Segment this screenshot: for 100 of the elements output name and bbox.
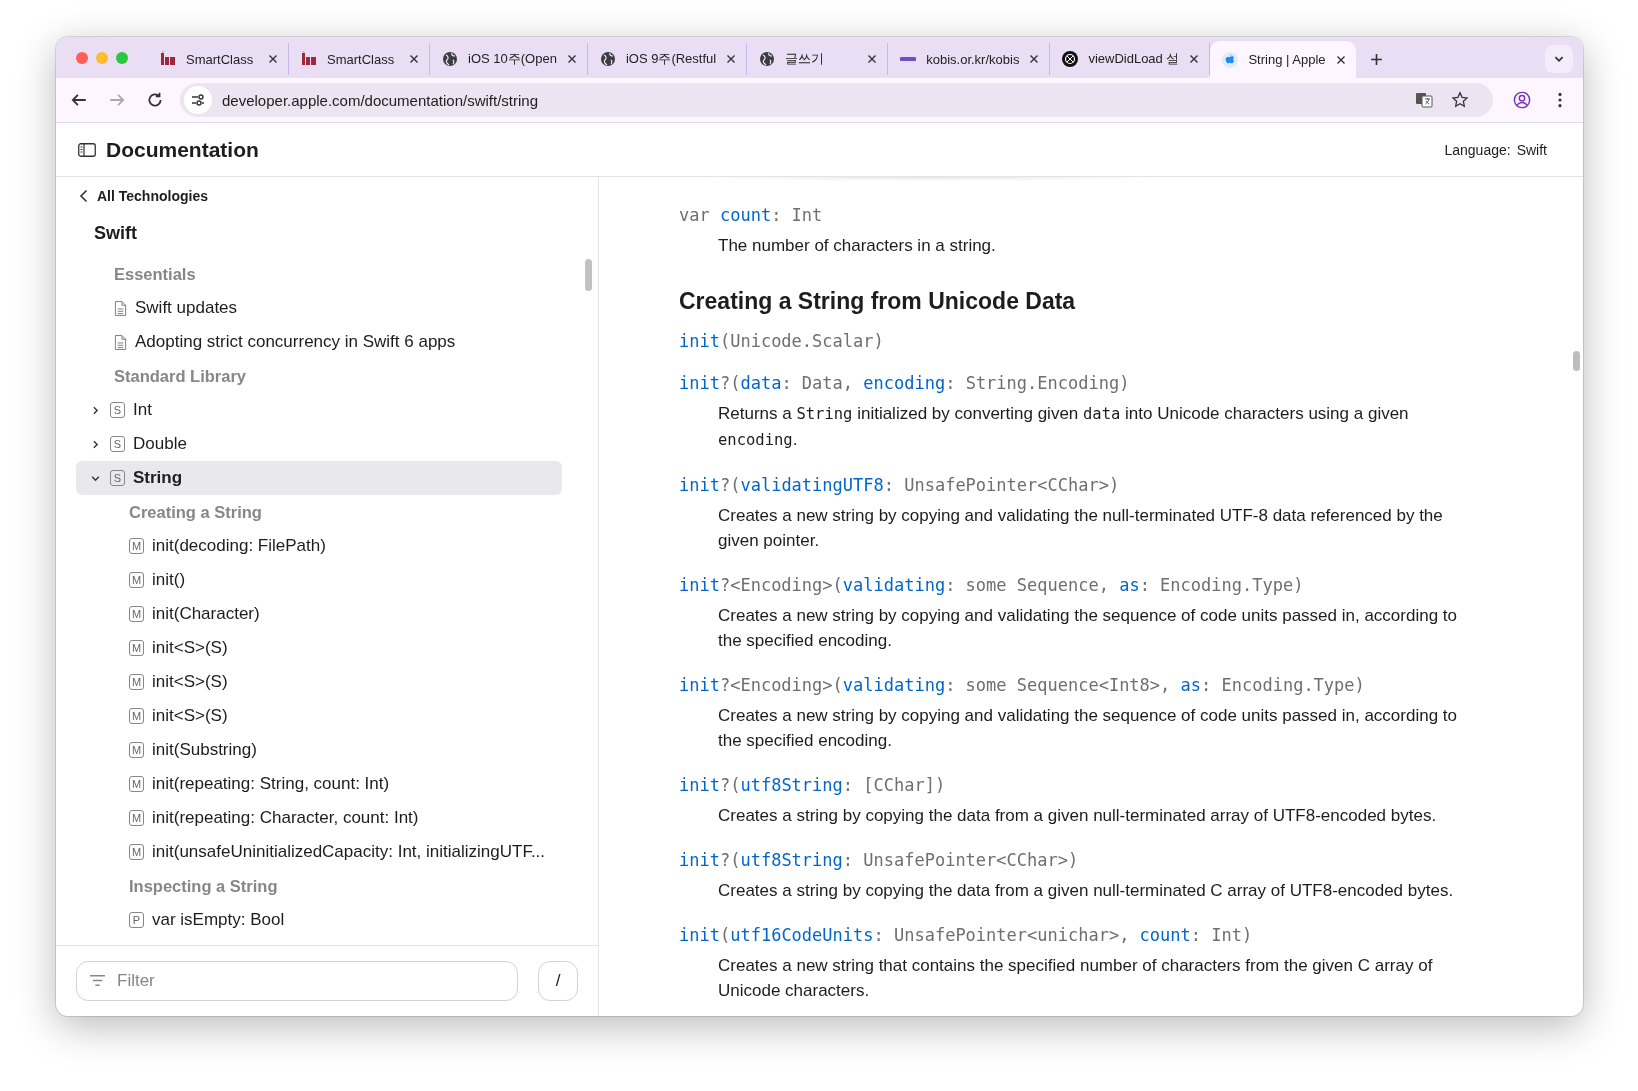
site-settings-icon[interactable] <box>184 86 212 114</box>
close-icon[interactable] <box>1335 54 1346 65</box>
sidebar-item[interactable]: Swift updates <box>135 298 238 318</box>
symbol-signature[interactable]: init?(validatingUTF8: UnsafePointer<CChar>) <box>679 475 1483 495</box>
symbol-badge-icon: M <box>129 538 144 554</box>
tab-search-button[interactable] <box>1545 45 1573 73</box>
profile-icon[interactable] <box>1513 91 1531 109</box>
symbol-badge-icon: P <box>129 912 144 928</box>
symbol-badge-icon: M <box>129 708 144 724</box>
browser-tab[interactable]: 글쓰기 <box>747 43 889 75</box>
address-bar[interactable]: developer.apple.com/documentation/swift/string <box>180 83 1493 117</box>
filter-icon <box>89 974 106 987</box>
browser-tab[interactable]: SmartClass <box>289 43 430 75</box>
sidebar-item-row[interactable]: S Double <box>76 427 562 461</box>
sidebar-item-label: Double <box>133 434 187 454</box>
sidebar-item[interactable]: init(repeating: Character, count: Int) <box>152 808 419 828</box>
sidebar-item[interactable]: init() <box>152 570 186 590</box>
browser-tab[interactable]: kobis.or.kr/kobis <box>888 43 1051 75</box>
sidebar-section-label: Essentials <box>114 264 196 284</box>
sidebar-item[interactable]: init(repeating: String, count: Int) <box>152 774 390 794</box>
globe-icon <box>759 51 776 67</box>
sidebar-section-label: Standard Library <box>114 366 247 386</box>
symbol-description: Creates a new string by copying and validating the sequence of code units passed in, according to the specified encoding. <box>718 705 1459 752</box>
knot-logo-icon <box>1062 51 1079 67</box>
sidebar-item[interactable]: init(Character) <box>152 604 260 624</box>
back-link[interactable]: All Technologies <box>97 188 208 204</box>
close-icon[interactable] <box>867 54 878 64</box>
close-icon[interactable] <box>566 54 577 64</box>
browser-tab[interactable]: String | Apple <box>1210 41 1356 78</box>
sidebar-item-label: Int <box>133 400 152 420</box>
sidebar-item[interactable]: init(decoding: FilePath) <box>152 536 326 556</box>
filter-field[interactable]: Filter <box>76 961 518 1001</box>
close-icon[interactable] <box>268 54 278 64</box>
sidebar-item[interactable]: init<S>(S) <box>152 706 228 726</box>
shortcut-key[interactable]: / <box>538 961 578 1001</box>
globe-icon <box>599 51 616 67</box>
symbol-badge-icon: S <box>110 402 125 418</box>
sidebar-title: Swift <box>93 222 138 245</box>
symbol-description: Creates a new string that contains the specified number of characters from the given C array of Unicode characters. <box>718 955 1434 1002</box>
globe-icon <box>442 51 458 67</box>
symbol-signature[interactable]: init?<Encoding>(validating: some Sequence, as: Encoding.Type) <box>679 575 1483 595</box>
scrollbar-thumb[interactable] <box>1573 351 1580 371</box>
sidebar-item[interactable]: var isEmpty: Bool <box>152 910 285 930</box>
document-icon <box>114 299 127 317</box>
symbol-signature[interactable]: init?(utf8String: UnsafePointer<CChar>) <box>679 850 1483 870</box>
reload-icon[interactable] <box>146 91 164 109</box>
chevron-left-icon[interactable] <box>79 189 89 203</box>
browser-tab[interactable]: SmartClass <box>148 43 289 75</box>
symbol-signature[interactable]: init?(utf8String: [CChar]) <box>679 775 1483 795</box>
sidebar-item[interactable]: init<S>(S) <box>152 672 228 692</box>
symbol-badge-icon: M <box>129 844 144 860</box>
symbol-badge-icon: M <box>129 674 144 690</box>
apple-logo-icon <box>1222 51 1239 68</box>
symbol-signature[interactable]: var count: Int <box>679 205 1483 225</box>
symbol-description: Creates a string by copying the data from a given null-terminated array of UTF8-encoded bytes. <box>718 805 1438 827</box>
symbol-badge-icon: M <box>129 640 144 656</box>
translate-icon[interactable] <box>1415 91 1433 109</box>
browser-tab[interactable]: viewDidLoad 설 <box>1050 43 1211 75</box>
sidebar-toggle-icon[interactable] <box>78 142 96 157</box>
sidebar-item-row[interactable]: S String <box>76 461 562 495</box>
sidebar-item-row[interactable]: S Int <box>76 393 562 427</box>
symbol-description: Returns a String initialized by converting given data into Unicode characters using a given encoding. <box>718 403 1410 451</box>
symbol-badge-icon: S <box>110 470 125 486</box>
close-icon[interactable] <box>409 54 419 64</box>
symbol-description: The number of characters in a string. <box>718 235 997 257</box>
browser-tab[interactable]: iOS 9주(Restful <box>587 43 748 75</box>
section-heading: Creating a String from Unicode Data <box>679 288 1077 315</box>
new-tab-icon[interactable] <box>1369 53 1383 66</box>
close-icon[interactable] <box>726 54 737 64</box>
symbol-signature[interactable]: init?(data: Data, encoding: String.Encoding) <box>679 373 1483 393</box>
school-logo-icon <box>160 51 176 67</box>
sidebar-item[interactable]: init(Substring) <box>152 740 257 760</box>
bookmark-star-icon[interactable] <box>1451 91 1469 109</box>
close-icon[interactable] <box>1189 54 1200 64</box>
symbol-signature[interactable]: init(Unicode.Scalar) <box>679 331 1483 351</box>
sidebar-item-label: String <box>133 468 183 488</box>
symbol-description: Creates a string by copying the data from a given null-terminated C array of UTF8-encoded bytes. <box>718 880 1455 902</box>
documentation-title[interactable]: Documentation <box>106 137 259 162</box>
scrollbar-thumb[interactable] <box>585 259 592 291</box>
symbol-signature[interactable]: init?<Encoding>(validating: some Sequence<Int8>, as: Encoding.Type) <box>679 675 1483 695</box>
symbol-badge-icon: M <box>129 776 144 792</box>
browser-tab[interactable]: iOS 10주(Open <box>430 43 588 75</box>
language-label: Language: <box>1444 141 1511 158</box>
symbol-signature[interactable]: init(utf16CodeUnits: UnsafePointer<unichar>, count: Int) <box>679 925 1483 945</box>
symbol-badge-icon: M <box>129 742 144 758</box>
symbol-badge-icon: M <box>129 810 144 826</box>
symbol-badge-icon: S <box>110 436 125 452</box>
url-text: developer.apple.com/documentation/swift/string <box>222 91 538 109</box>
close-icon[interactable] <box>1029 54 1040 64</box>
language-selector[interactable]: Swift <box>1516 141 1547 158</box>
sidebar-section-label: Inspecting a String <box>129 876 278 896</box>
sidebar-item[interactable]: Adopting strict concurrency in Swift 6 apps <box>135 332 456 352</box>
sidebar-item[interactable]: init<S>(S) <box>152 638 228 658</box>
sidebar-section-label: Creating a String <box>129 502 262 522</box>
document-icon <box>114 333 127 351</box>
symbol-badge-icon: M <box>129 606 144 622</box>
symbol-description: Creates a new string by copying and validating the sequence of code units passed in, according to the specified encoding. <box>718 605 1459 652</box>
symbol-badge-icon: M <box>129 572 144 588</box>
sidebar-item[interactable]: init(unsafeUninitializedCapacity: Int, initializingUTF... <box>152 842 546 862</box>
school-logo-icon <box>301 51 317 67</box>
